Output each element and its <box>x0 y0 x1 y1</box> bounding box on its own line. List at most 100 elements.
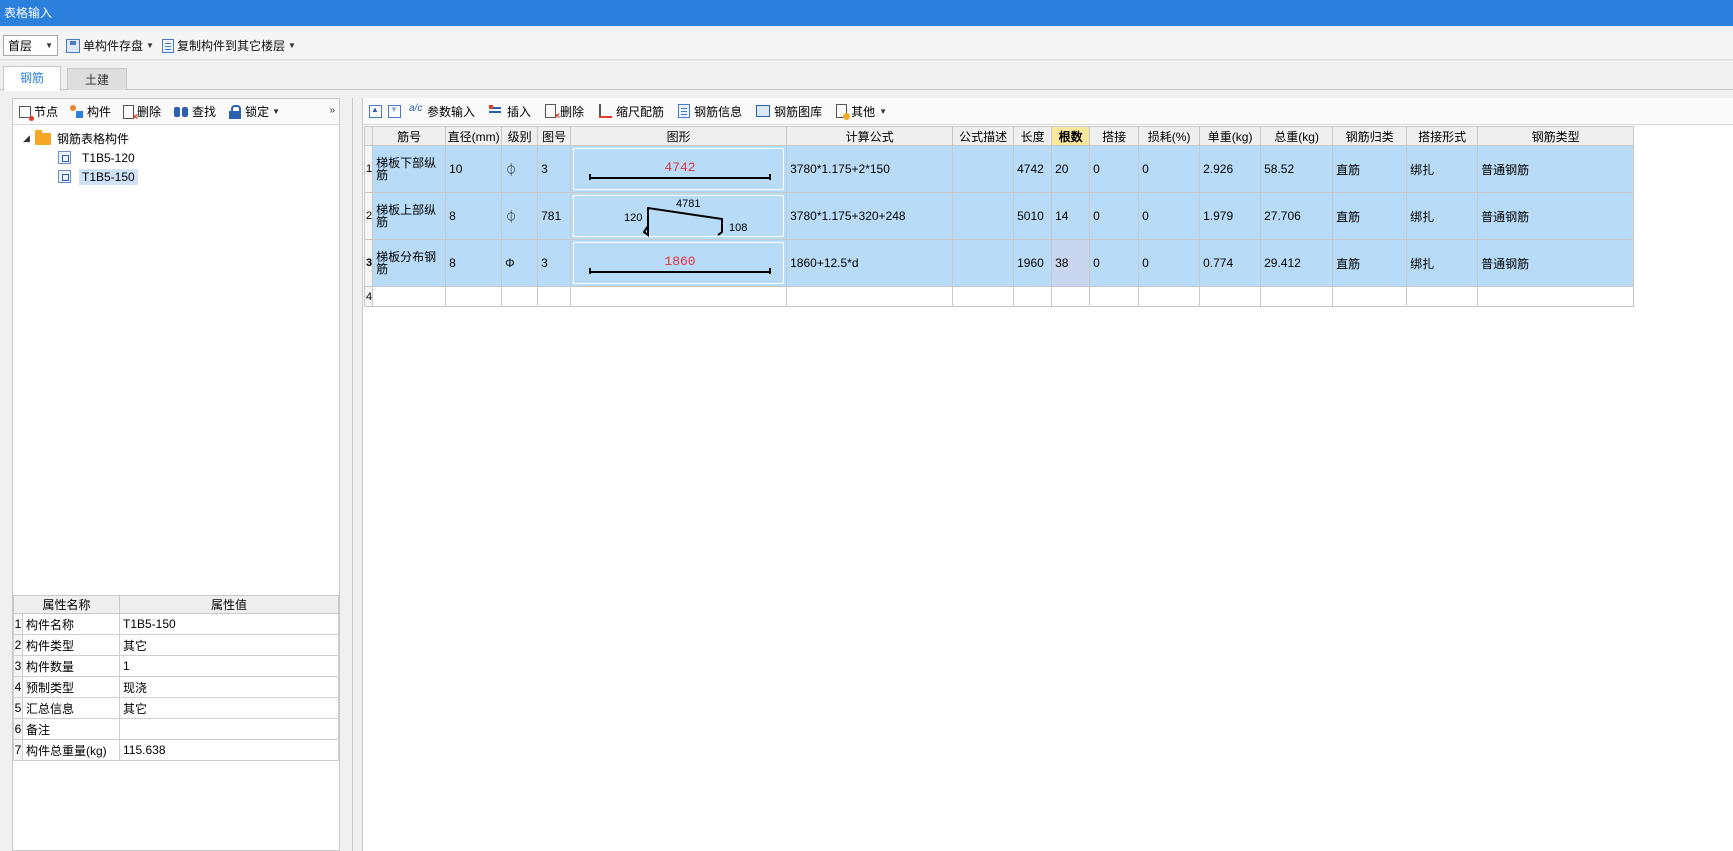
cell-loss[interactable]: 0 <box>1138 239 1201 287</box>
cell-name[interactable]: 梯板上部纵筋 <box>372 192 447 240</box>
cell-loss[interactable]: 0 <box>1138 192 1201 240</box>
empty-cell[interactable] <box>445 286 503 307</box>
empty-cell[interactable] <box>1051 286 1091 307</box>
col-header[interactable]: 筋号 <box>372 126 447 146</box>
row-index[interactable]: 1 <box>363 145 374 193</box>
prop-value[interactable]: 1 <box>119 655 339 677</box>
cell-diameter[interactable]: 10 <box>445 145 503 193</box>
cell-total-weight[interactable]: 29.412 <box>1260 239 1334 287</box>
scale-rebar-button[interactable]: 缩尺配筋 <box>598 103 664 120</box>
cell-category[interactable]: 直筋 <box>1332 145 1408 193</box>
row-index[interactable]: 2 <box>363 192 374 240</box>
table-row-empty[interactable]: 4 <box>363 286 1635 307</box>
cell-name[interactable]: 梯板下部纵筋 <box>372 145 447 193</box>
col-header[interactable]: 损耗(%) <box>1138 126 1201 146</box>
cell-figure-no[interactable]: 3 <box>537 239 572 287</box>
col-header[interactable]: 图形 <box>570 126 788 146</box>
tab-rebar[interactable]: 钢筋 <box>3 66 61 91</box>
prop-value[interactable]: 115.638 <box>119 739 339 761</box>
col-header[interactable]: 钢筋类型 <box>1477 126 1635 146</box>
cell-lap-type[interactable]: 绑扎 <box>1406 145 1479 193</box>
col-header[interactable]: 钢筋归类 <box>1332 126 1408 146</box>
cell-total-weight[interactable]: 58.52 <box>1260 145 1334 193</box>
cell-bar-type[interactable]: 普通钢筋 <box>1477 145 1635 193</box>
cell-unit-weight[interactable]: 0.774 <box>1199 239 1262 287</box>
empty-cell[interactable] <box>1406 286 1479 307</box>
row-index[interactable]: 4 <box>363 286 374 307</box>
cell-figure-no[interactable]: 3 <box>537 145 572 193</box>
cell-shape[interactable]: 4742 <box>570 145 788 193</box>
empty-cell[interactable] <box>1332 286 1408 307</box>
save-component-button[interactable]: 单构件存盘 ▼ <box>66 37 154 54</box>
cell-desc[interactable] <box>952 239 1015 287</box>
col-header[interactable]: 直径(mm) <box>445 126 503 146</box>
cell-diameter[interactable]: 8 <box>445 192 503 240</box>
prop-value[interactable] <box>119 718 339 740</box>
cell-unit-weight[interactable]: 1.979 <box>1199 192 1262 240</box>
rebar-library-button[interactable]: 钢筋图库 <box>756 103 822 120</box>
empty-cell[interactable] <box>952 286 1015 307</box>
cell-category[interactable]: 直筋 <box>1332 239 1408 287</box>
table-row[interactable]: 5 汇总信息 其它 <box>13 697 339 719</box>
cell-lap-type[interactable]: 绑扎 <box>1406 192 1479 240</box>
tree-root[interactable]: ◢ 钢筋表格构件 <box>13 129 339 148</box>
table-row[interactable]: 2 梯板上部纵筋 8 ⏀ 781 120 4781 108 3780*1.175… <box>363 192 1635 240</box>
empty-cell[interactable] <box>372 286 447 307</box>
table-row[interactable]: 6 备注 <box>13 718 339 740</box>
cell-bar-type[interactable]: 普通钢筋 <box>1477 192 1635 240</box>
cell-lap[interactable]: 0 <box>1089 239 1140 287</box>
col-header[interactable]: 图号 <box>537 126 572 146</box>
chevron-down-icon[interactable]: ▼ <box>288 41 296 50</box>
cell-grade[interactable]: ⏀ <box>501 145 539 193</box>
prop-value[interactable]: 其它 <box>119 634 339 656</box>
move-up-button[interactable] <box>369 104 382 118</box>
empty-cell[interactable] <box>1013 286 1053 307</box>
cell-total-weight[interactable]: 27.706 <box>1260 192 1334 240</box>
overflow-icon[interactable]: » <box>329 105 335 116</box>
cell-length[interactable]: 1960 <box>1013 239 1053 287</box>
cell-unit-weight[interactable]: 2.926 <box>1199 145 1262 193</box>
cell-name[interactable]: 梯板分布钢筋 <box>372 239 447 287</box>
table-row[interactable]: 3 构件数量 1 <box>13 655 339 677</box>
col-header[interactable]: 搭接 <box>1089 126 1140 146</box>
param-input-button[interactable]: 参数输入 <box>409 103 475 120</box>
empty-cell[interactable] <box>786 286 954 307</box>
rebar-info-button[interactable]: 钢筋信息 <box>678 103 742 120</box>
cell-shape[interactable]: 120 4781 108 <box>570 192 788 240</box>
prop-value[interactable]: 其它 <box>119 697 339 719</box>
col-header[interactable]: 总重(kg) <box>1260 126 1334 146</box>
cell-length[interactable]: 4742 <box>1013 145 1053 193</box>
node-button[interactable]: 节点 <box>19 103 58 121</box>
col-header-sorted[interactable]: 根数 <box>1051 126 1091 146</box>
empty-cell[interactable] <box>1260 286 1334 307</box>
chevron-down-icon[interactable]: ▼ <box>879 107 887 116</box>
move-down-button[interactable] <box>388 104 401 118</box>
empty-cell[interactable] <box>501 286 539 307</box>
component-button[interactable]: 构件 <box>70 103 111 120</box>
cell-diameter[interactable]: 8 <box>445 239 503 287</box>
cell-length[interactable]: 5010 <box>1013 192 1053 240</box>
cell-count[interactable]: 20 <box>1051 145 1091 193</box>
chevron-down-icon[interactable]: ▼ <box>272 107 280 116</box>
cell-count-selected[interactable]: 38 <box>1051 239 1091 287</box>
cell-count[interactable]: 14 <box>1051 192 1091 240</box>
tree-item-t1b5-120[interactable]: T1B5-120 <box>13 148 339 167</box>
empty-cell[interactable] <box>537 286 572 307</box>
table-row[interactable]: 2 构件类型 其它 <box>13 634 339 656</box>
col-header[interactable]: 级别 <box>501 126 539 146</box>
insert-button[interactable]: 插入 <box>489 103 531 120</box>
col-header[interactable]: 长度 <box>1013 126 1053 146</box>
cell-loss[interactable]: 0 <box>1138 145 1201 193</box>
table-row[interactable]: 4 预制类型 现浇 <box>13 676 339 698</box>
cell-formula[interactable]: 1860+12.5*d <box>786 239 954 287</box>
cell-shape[interactable]: 1860 <box>570 239 788 287</box>
empty-cell[interactable] <box>1089 286 1140 307</box>
chevron-down-icon[interactable]: ▼ <box>146 41 154 50</box>
cell-grade[interactable]: ⏀ <box>501 192 539 240</box>
row-index-current[interactable]: 3 <box>363 239 374 287</box>
delete-rebar-button[interactable]: 删除 <box>545 103 584 122</box>
collapse-icon[interactable]: ◢ <box>23 133 35 144</box>
col-header[interactable]: 计算公式 <box>786 126 954 146</box>
other-button[interactable]: 其他 ▼ <box>836 103 887 120</box>
cell-formula[interactable]: 3780*1.175+2*150 <box>786 145 954 193</box>
